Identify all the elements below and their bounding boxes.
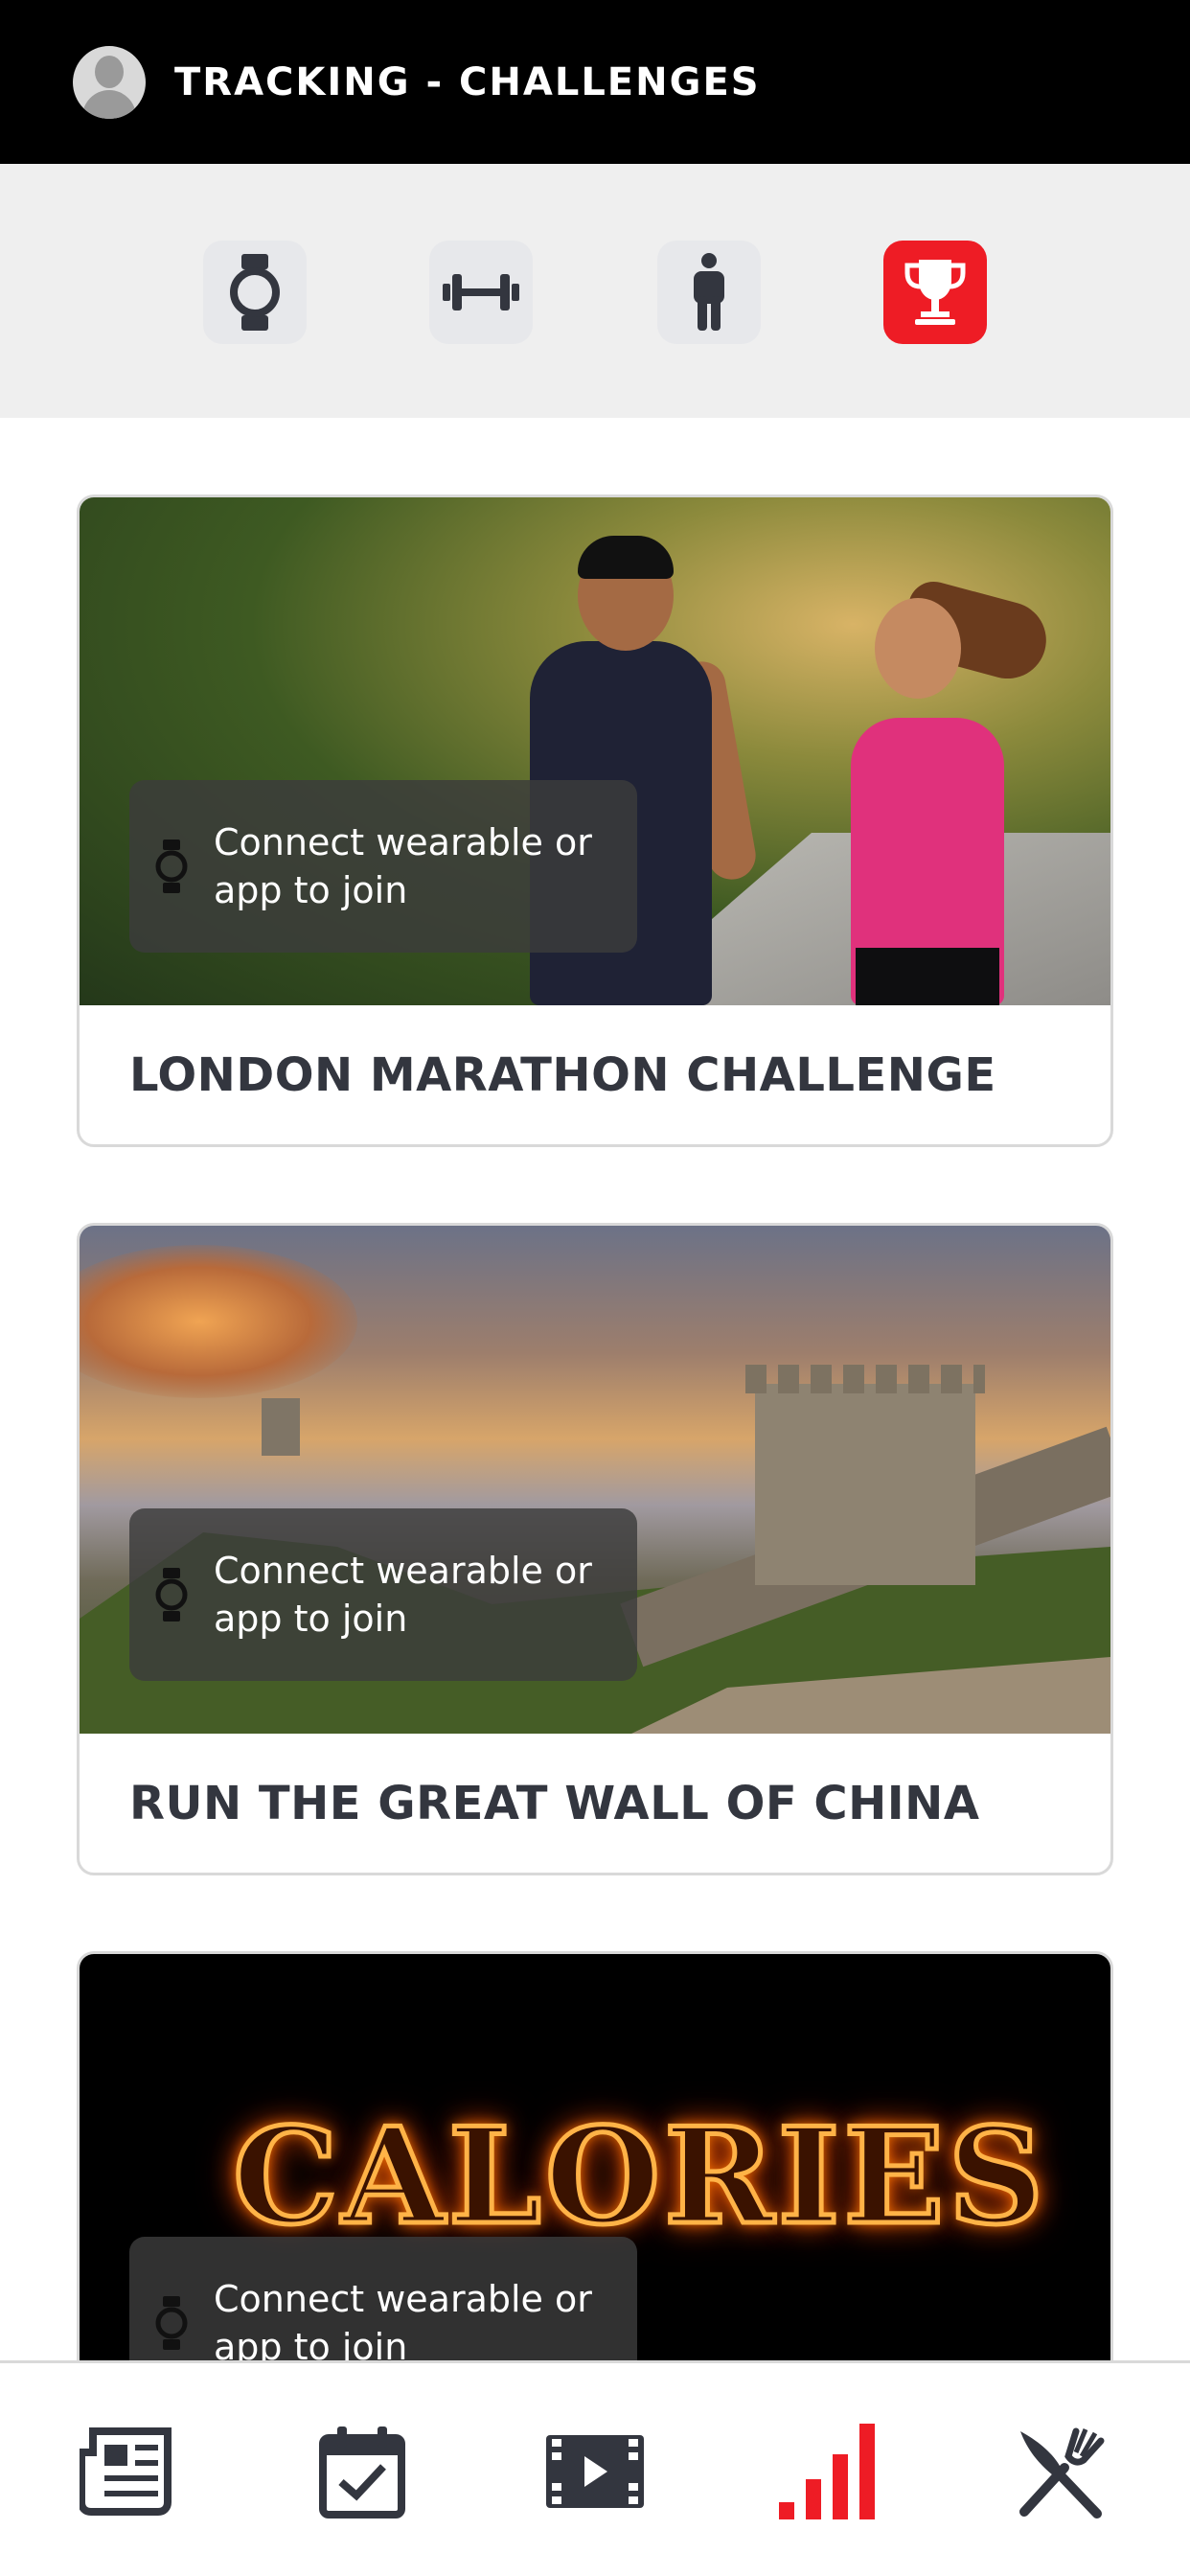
challenge-title: RUN THE GREAT WALL OF CHINA bbox=[129, 1776, 980, 1830]
nav-tracking[interactable] bbox=[774, 2419, 880, 2524]
calories-fire-photo: CALORIES Connect wearable or app to join bbox=[80, 1954, 1110, 2360]
tracking-tab-strip bbox=[0, 164, 1190, 418]
person-icon bbox=[694, 253, 724, 331]
photo-tower-shape bbox=[755, 1384, 975, 1585]
tab-wearable[interactable] bbox=[203, 241, 307, 344]
tab-workouts[interactable] bbox=[429, 241, 533, 344]
bar-chart-icon bbox=[779, 2424, 875, 2519]
tab-challenges[interactable] bbox=[883, 241, 987, 344]
connect-wearable-overlay[interactable]: Connect wearable or app to join bbox=[129, 2237, 637, 2360]
nav-nutrition[interactable] bbox=[1008, 2419, 1113, 2524]
tab-body[interactable] bbox=[657, 241, 761, 344]
photo-woman-head-shape bbox=[875, 598, 961, 699]
app-header: TRACKING - CHALLENGES bbox=[0, 0, 1190, 164]
avatar-torso-shape bbox=[82, 89, 136, 119]
photo-battlement-shape bbox=[745, 1365, 985, 1393]
watch-icon bbox=[230, 254, 280, 331]
photo-man-hair-shape bbox=[578, 536, 674, 579]
connect-wearable-overlay[interactable]: Connect wearable or app to join bbox=[129, 1508, 637, 1681]
challenge-card[interactable]: Connect wearable or app to join LONDON M… bbox=[77, 494, 1113, 1147]
connect-wearable-overlay[interactable]: Connect wearable or app to join bbox=[129, 780, 637, 953]
avatar[interactable] bbox=[73, 45, 146, 119]
bottom-nav bbox=[0, 2360, 1190, 2576]
great-wall-photo: Connect wearable or app to join bbox=[80, 1226, 1110, 1734]
avatar-head-shape bbox=[95, 55, 124, 88]
calendar-check-icon bbox=[319, 2426, 405, 2518]
photo-small-tower-shape bbox=[262, 1398, 300, 1456]
nav-schedule[interactable] bbox=[309, 2419, 415, 2524]
nav-videos[interactable] bbox=[542, 2419, 648, 2524]
connect-wearable-text: Connect wearable or app to join bbox=[214, 1550, 592, 1640]
photo-woman-legs-shape bbox=[856, 948, 999, 1005]
trophy-icon bbox=[904, 260, 966, 325]
newspaper-icon bbox=[80, 2427, 172, 2516]
challenge-list[interactable]: Connect wearable or app to join LONDON M… bbox=[0, 418, 1190, 2360]
runners-photo: Connect wearable or app to join bbox=[80, 497, 1110, 1005]
challenge-card[interactable]: Connect wearable or app to join RUN THE … bbox=[77, 1223, 1113, 1875]
watch-icon bbox=[155, 840, 188, 893]
calories-fire-text: CALORIES bbox=[230, 2096, 1048, 2257]
video-icon bbox=[546, 2435, 644, 2508]
connect-wearable-text: Connect wearable or app to join bbox=[214, 2278, 592, 2360]
watch-icon bbox=[155, 2296, 188, 2350]
watch-icon bbox=[155, 1568, 188, 1622]
challenge-title: LONDON MARATHON CHALLENGE bbox=[129, 1047, 996, 1102]
dumbbell-icon bbox=[443, 274, 519, 310]
challenge-card[interactable]: CALORIES Connect wearable or app to join bbox=[77, 1951, 1113, 2360]
nav-news[interactable] bbox=[77, 2419, 182, 2524]
page-title: TRACKING - CHALLENGES bbox=[174, 59, 761, 104]
connect-wearable-text: Connect wearable or app to join bbox=[214, 821, 592, 911]
fork-knife-icon bbox=[1019, 2427, 1105, 2518]
